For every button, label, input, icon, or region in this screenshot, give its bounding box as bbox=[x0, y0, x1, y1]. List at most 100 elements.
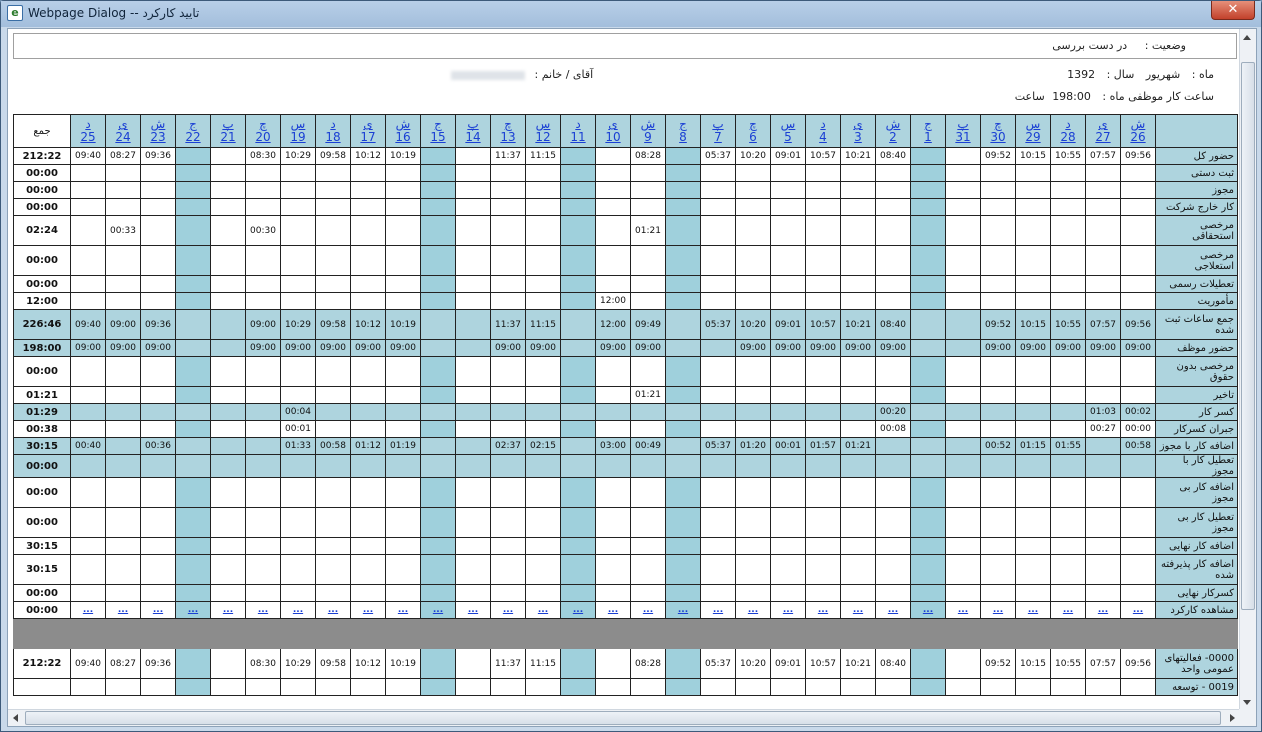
day-header-3[interactable]: ی3 bbox=[840, 114, 876, 148]
day-number-link[interactable]: 18 bbox=[317, 131, 350, 144]
view-detail-link[interactable]: ... bbox=[643, 605, 653, 615]
day-header-26[interactable]: ش 26 bbox=[1120, 114, 1156, 148]
view-detail-link[interactable]: ... bbox=[1063, 605, 1073, 615]
day-header-21[interactable]: پ 21 bbox=[210, 114, 246, 148]
day-number-link[interactable]: 28 bbox=[1052, 131, 1085, 144]
view-detail-link[interactable]: ... bbox=[678, 605, 688, 615]
view-detail-link[interactable]: ... bbox=[468, 605, 478, 615]
day-header-23[interactable]: ش 23 bbox=[140, 114, 176, 148]
day-number-link[interactable]: 9 bbox=[632, 131, 665, 144]
day-number-link[interactable]: 6 bbox=[737, 131, 770, 144]
day-header-22[interactable]: ج 22 bbox=[175, 114, 211, 148]
day-header-18[interactable]: د 18 bbox=[315, 114, 351, 148]
day-header-31[interactable]: پ 31 bbox=[945, 114, 981, 148]
day-cell[interactable]: ... bbox=[1050, 601, 1086, 619]
day-number-link[interactable]: 4 bbox=[807, 131, 840, 144]
day-cell[interactable]: ... bbox=[210, 601, 246, 619]
scroll-down-arrow-icon[interactable] bbox=[1243, 700, 1251, 705]
day-cell[interactable]: ... bbox=[980, 601, 1016, 619]
view-detail-link[interactable]: ... bbox=[83, 605, 93, 615]
day-number-link[interactable]: 26 bbox=[1122, 131, 1155, 144]
day-cell[interactable]: ... bbox=[735, 601, 771, 619]
view-detail-link[interactable]: ... bbox=[433, 605, 443, 615]
day-header-19[interactable]: س 19 bbox=[280, 114, 316, 148]
day-header-2[interactable]: ش2 bbox=[875, 114, 911, 148]
day-cell[interactable]: ... bbox=[770, 601, 806, 619]
day-number-link[interactable]: 8 bbox=[667, 131, 700, 144]
day-number-link[interactable]: 7 bbox=[702, 131, 735, 144]
day-number-link[interactable]: 22 bbox=[177, 131, 210, 144]
view-detail-link[interactable]: ... bbox=[258, 605, 268, 615]
day-number-link[interactable]: 11 bbox=[562, 131, 595, 144]
day-cell[interactable]: ... bbox=[245, 601, 281, 619]
day-cell[interactable]: ... bbox=[525, 601, 561, 619]
day-number-link[interactable]: 15 bbox=[422, 131, 455, 144]
day-number-link[interactable]: 12 bbox=[527, 131, 560, 144]
view-detail-link[interactable]: ... bbox=[573, 605, 583, 615]
view-detail-link[interactable]: ... bbox=[1028, 605, 1038, 615]
day-cell[interactable]: ... bbox=[175, 601, 211, 619]
day-header-7[interactable]: پ7 bbox=[700, 114, 736, 148]
view-detail-link[interactable]: ... bbox=[153, 605, 163, 615]
day-cell[interactable]: ... bbox=[70, 601, 106, 619]
day-cell[interactable]: ... bbox=[1015, 601, 1051, 619]
day-number-link[interactable]: 29 bbox=[1017, 131, 1050, 144]
day-header-16[interactable]: ش 16 bbox=[385, 114, 421, 148]
day-cell[interactable]: ... bbox=[700, 601, 736, 619]
day-number-link[interactable]: 31 bbox=[947, 131, 980, 144]
day-number-link[interactable]: 17 bbox=[352, 131, 385, 144]
day-header-9[interactable]: ش9 bbox=[630, 114, 666, 148]
day-header-24[interactable]: ی 24 bbox=[105, 114, 141, 148]
day-cell[interactable]: ... bbox=[350, 601, 386, 619]
scroll-up-arrow-icon[interactable] bbox=[1243, 35, 1251, 40]
view-detail-link[interactable]: ... bbox=[608, 605, 618, 615]
view-detail-link[interactable]: ... bbox=[993, 605, 1003, 615]
day-number-link[interactable]: 30 bbox=[982, 131, 1015, 144]
day-header-29[interactable]: س 29 bbox=[1015, 114, 1051, 148]
view-detail-link[interactable]: ... bbox=[1133, 605, 1143, 615]
day-header-17[interactable]: ی 17 bbox=[350, 114, 386, 148]
day-cell[interactable]: ... bbox=[140, 601, 176, 619]
day-number-link[interactable]: 19 bbox=[282, 131, 315, 144]
view-detail-link[interactable]: ... bbox=[363, 605, 373, 615]
day-header-15[interactable]: ج 15 bbox=[420, 114, 456, 148]
day-cell[interactable]: ... bbox=[420, 601, 456, 619]
day-cell[interactable]: ... bbox=[910, 601, 946, 619]
day-cell[interactable]: ... bbox=[560, 601, 596, 619]
day-number-link[interactable]: 20 bbox=[247, 131, 280, 144]
day-header-12[interactable]: س 12 bbox=[525, 114, 561, 148]
day-number-link[interactable]: 13 bbox=[492, 131, 525, 144]
day-cell[interactable]: ... bbox=[665, 601, 701, 619]
day-header-25[interactable]: د 25 bbox=[70, 114, 106, 148]
day-cell[interactable]: ... bbox=[875, 601, 911, 619]
day-number-link[interactable]: 2 bbox=[877, 131, 910, 144]
view-detail-link[interactable]: ... bbox=[783, 605, 793, 615]
view-detail-link[interactable]: ... bbox=[923, 605, 933, 615]
view-detail-link[interactable]: ... bbox=[328, 605, 338, 615]
scroll-right-arrow-icon[interactable] bbox=[1230, 714, 1235, 722]
day-cell[interactable]: ... bbox=[385, 601, 421, 619]
day-number-link[interactable]: 10 bbox=[597, 131, 630, 144]
day-cell[interactable]: ... bbox=[805, 601, 841, 619]
view-detail-link[interactable]: ... bbox=[818, 605, 828, 615]
day-number-link[interactable]: 5 bbox=[772, 131, 805, 144]
day-cell[interactable]: ... bbox=[105, 601, 141, 619]
day-cell[interactable]: ... bbox=[1085, 601, 1121, 619]
day-cell[interactable]: ... bbox=[280, 601, 316, 619]
day-cell[interactable]: ... bbox=[595, 601, 631, 619]
day-header-30[interactable]: چ 30 bbox=[980, 114, 1016, 148]
view-detail-link[interactable]: ... bbox=[503, 605, 513, 615]
day-header-4[interactable]: د4 bbox=[805, 114, 841, 148]
view-detail-link[interactable]: ... bbox=[853, 605, 863, 615]
vertical-scrollbar[interactable] bbox=[1239, 29, 1256, 711]
day-header-5[interactable]: س5 bbox=[770, 114, 806, 148]
day-cell[interactable]: ... bbox=[490, 601, 526, 619]
day-cell[interactable]: ... bbox=[630, 601, 666, 619]
view-detail-link[interactable]: ... bbox=[188, 605, 198, 615]
day-cell[interactable]: ... bbox=[840, 601, 876, 619]
view-detail-link[interactable]: ... bbox=[748, 605, 758, 615]
day-header-10[interactable]: ی 10 bbox=[595, 114, 631, 148]
day-header-8[interactable]: ج8 bbox=[665, 114, 701, 148]
day-cell[interactable]: ... bbox=[315, 601, 351, 619]
view-detail-link[interactable]: ... bbox=[538, 605, 548, 615]
